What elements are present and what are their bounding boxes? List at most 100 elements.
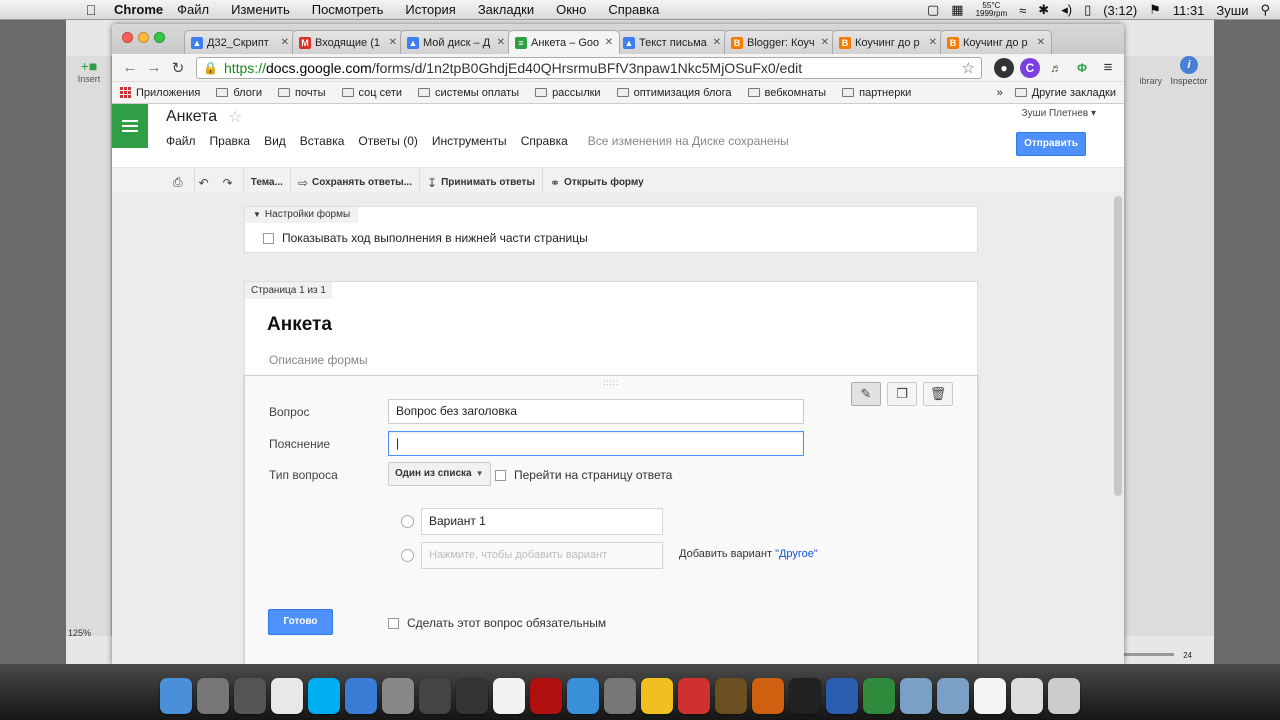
help-text-input[interactable]: | xyxy=(388,431,804,456)
menu-window[interactable]: Окно xyxy=(556,2,586,17)
chrome-icon[interactable] xyxy=(271,678,303,714)
skype-icon[interactable] xyxy=(308,678,340,714)
address-bar[interactable]: 🔒 https://docs.google.com/forms/d/1n2tpB… xyxy=(196,56,982,79)
bluetooth-icon[interactable]: ✱ xyxy=(1038,2,1049,18)
account-menu[interactable]: Зуши Плетнев ▾ xyxy=(1022,108,1096,119)
photobooth-icon[interactable] xyxy=(530,678,562,714)
folder-2-icon[interactable] xyxy=(937,678,969,714)
browser-tab[interactable]: ▲ Мой диск – Д ✕ xyxy=(400,30,512,54)
wifi-icon[interactable]: ≈ xyxy=(1019,3,1026,18)
preview-icon[interactable] xyxy=(382,678,414,714)
browser-tab[interactable]: B Коучинг до р ✕ xyxy=(940,30,1052,54)
chrome-menu-icon[interactable]: ≡ xyxy=(1098,57,1118,78)
volume-icon[interactable]: ◂) xyxy=(1061,2,1072,18)
screen-record-icon[interactable]: ▢ xyxy=(927,2,939,18)
menu-bookmarks[interactable]: Закладки xyxy=(478,2,534,17)
menu-file[interactable]: Файл xyxy=(166,134,196,148)
bookmark-folder[interactable]: системы оплаты xyxy=(418,87,519,99)
add-option-input[interactable]: Нажмите, чтобы добавить вариант xyxy=(421,542,663,569)
drag-handle-icon[interactable]: ::::: xyxy=(603,378,619,387)
extension-dark-icon[interactable]: ● xyxy=(994,57,1014,78)
bookmark-star-icon[interactable]: ☆ xyxy=(962,59,975,77)
browser-tab[interactable]: ≡ Анкета – Goo ✕ xyxy=(508,30,620,54)
garageband-icon[interactable] xyxy=(752,678,784,714)
add-other-link[interactable]: "Другое" xyxy=(775,548,818,560)
form-settings-toggle[interactable]: ▼ Настройки формы xyxy=(245,207,359,223)
form-title[interactable]: Анкета xyxy=(267,314,332,336)
system-prefs-icon[interactable] xyxy=(604,678,636,714)
library-label[interactable]: ibrary xyxy=(1139,76,1162,86)
required-checkbox[interactable] xyxy=(388,618,399,630)
menu-tools[interactable]: Инструменты xyxy=(432,134,507,148)
zoom-window-icon[interactable] xyxy=(154,32,165,43)
menu-edit[interactable]: Правка xyxy=(210,134,251,148)
trash-icon[interactable] xyxy=(1048,678,1080,714)
close-tab-icon[interactable]: ✕ xyxy=(713,37,721,48)
close-window-icon[interactable] xyxy=(122,32,133,43)
option-input[interactable]: Вариант 1 xyxy=(421,508,663,535)
folder-1-icon[interactable] xyxy=(900,678,932,714)
browser-tab[interactable]: B Коучинг до р ✕ xyxy=(832,30,944,54)
menu-insert[interactable]: Вставка xyxy=(300,134,345,148)
goto-page-option[interactable]: Перейти на страницу ответа xyxy=(495,468,672,482)
iphoto-icon[interactable] xyxy=(234,678,266,714)
dvd-icon[interactable] xyxy=(789,678,821,714)
bookmarks-overflow-icon[interactable]: » xyxy=(997,87,1003,99)
m-app-icon[interactable] xyxy=(678,678,710,714)
bookmark-apps[interactable]: Приложения xyxy=(120,87,200,99)
apple-menu-icon[interactable]:  xyxy=(80,2,102,18)
extension-phi-icon[interactable]: Φ xyxy=(1072,57,1092,78)
app-menu[interactable]: Chrome xyxy=(114,2,163,17)
document-title[interactable]: Анкета xyxy=(166,108,217,126)
close-tab-icon[interactable]: ✕ xyxy=(929,37,937,48)
delete-question-button[interactable]: 🗑 xyxy=(923,382,953,406)
menubar-widget-icon[interactable]: ▦ xyxy=(951,2,963,18)
menu-file[interactable]: Файл xyxy=(177,2,209,17)
imovie-icon[interactable] xyxy=(419,678,451,714)
finder-icon[interactable] xyxy=(160,678,192,714)
document-icon[interactable] xyxy=(974,678,1006,714)
minimize-window-icon[interactable] xyxy=(138,32,149,43)
question-title-input[interactable]: Вопрос без заголовка xyxy=(388,399,804,424)
browser-tab[interactable]: ▲ Д32_Скрипт ✕ xyxy=(184,30,296,54)
close-tab-icon[interactable]: ✕ xyxy=(605,37,613,48)
browser-tab[interactable]: M Входящие (1 ✕ xyxy=(292,30,404,54)
forward-icon[interactable]: → xyxy=(142,59,166,76)
done-button[interactable]: Готово xyxy=(268,609,333,635)
menu-view[interactable]: Вид xyxy=(264,134,286,148)
facetime-icon[interactable] xyxy=(456,678,488,714)
insert-button[interactable]: +■ Insert xyxy=(72,58,106,84)
bookmark-folder[interactable]: соц сети xyxy=(341,87,402,99)
input-flag-icon[interactable]: ⚑ xyxy=(1149,2,1161,18)
bookmark-folder[interactable]: партнерки xyxy=(842,87,911,99)
forms-logo-icon[interactable] xyxy=(112,104,148,148)
close-tab-icon[interactable]: ✕ xyxy=(389,37,397,48)
battery-icon[interactable]: ▯ xyxy=(1084,2,1091,18)
menu-edit[interactable]: Изменить xyxy=(231,2,290,17)
bookmark-folder[interactable]: почты xyxy=(277,87,326,99)
menu-view[interactable]: Посмотреть xyxy=(312,2,384,17)
excel-icon[interactable] xyxy=(863,678,895,714)
close-tab-icon[interactable]: ✕ xyxy=(821,37,829,48)
itunes-icon[interactable] xyxy=(567,678,599,714)
clock[interactable]: 11:31 xyxy=(1173,3,1205,18)
bookmark-folder[interactable]: рассылки xyxy=(535,87,601,99)
menu-help[interactable]: Справка xyxy=(608,2,659,17)
calendar-icon[interactable] xyxy=(493,678,525,714)
menu-responses[interactable]: Ответы (0) xyxy=(358,134,417,148)
back-icon[interactable]: ← xyxy=(118,59,142,76)
extension-c-icon[interactable]: C xyxy=(1020,57,1040,78)
goto-page-checkbox[interactable] xyxy=(495,470,506,482)
launchpad-icon[interactable] xyxy=(197,678,229,714)
send-button[interactable]: Отправить xyxy=(1016,132,1086,156)
close-tab-icon[interactable]: ✕ xyxy=(497,37,505,48)
progress-checkbox[interactable] xyxy=(263,233,274,245)
safari-icon[interactable] xyxy=(345,678,377,714)
bookmark-other[interactable]: Другие закладки xyxy=(1014,87,1116,99)
o-app-icon[interactable] xyxy=(641,678,673,714)
menu-help[interactable]: Справка xyxy=(521,134,568,148)
photo-app-icon[interactable] xyxy=(715,678,747,714)
spotlight-icon[interactable]: ⚲ xyxy=(1260,2,1270,18)
word-icon[interactable] xyxy=(826,678,858,714)
close-tab-icon[interactable]: ✕ xyxy=(1037,37,1045,48)
